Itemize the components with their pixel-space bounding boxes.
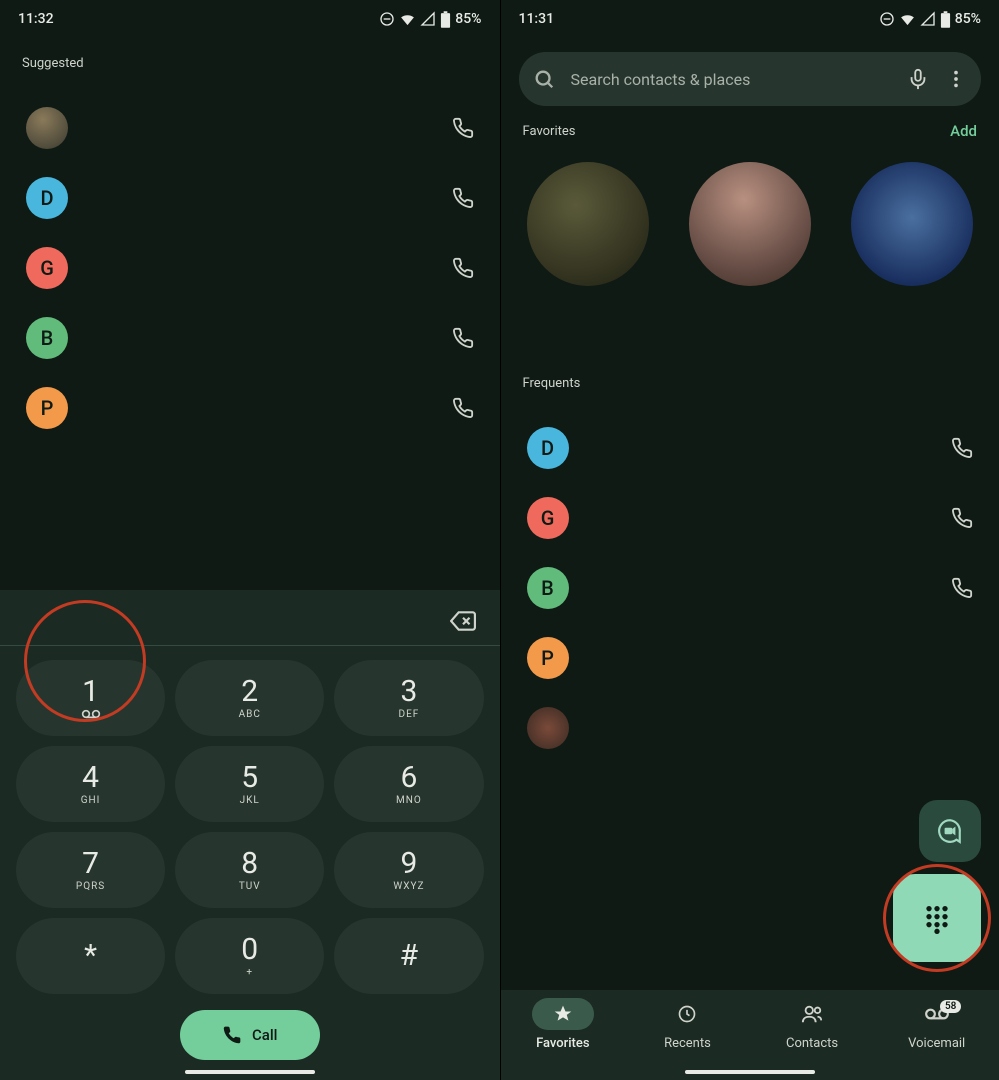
dial-key-4[interactable]: 4GHI [16,746,165,822]
phone-icon[interactable] [452,187,474,209]
signal-icon [920,11,936,27]
contact-row[interactable]: B [523,553,978,623]
phone-icon[interactable] [452,117,474,139]
dial-key-5[interactable]: 5JKL [175,746,324,822]
avatar[interactable]: D [527,427,569,469]
call-button[interactable]: Call [180,1010,320,1060]
favorites-label: Favorites [523,124,576,139]
more-icon[interactable] [945,68,967,90]
video-call-fab[interactable] [919,800,981,862]
dial-grid: 1 2ABC 3DEF 4GHI 5JKL 6MNO 7PQRS 8TUV 9W… [0,646,500,1004]
dialpad-fab[interactable] [893,874,981,962]
dial-key-6[interactable]: 6MNO [334,746,483,822]
dial-key-3[interactable]: 3DEF [334,660,483,736]
bottom-nav: Favorites Recents Contacts 58 Voicemail [501,990,999,1080]
contact-row[interactable]: D [22,163,478,233]
dial-key-8[interactable]: 8TUV [175,832,324,908]
contact-row[interactable]: B [22,303,478,373]
nav-favorites[interactable]: Favorites [501,998,626,1080]
suggested-label: Suggested [22,56,478,71]
phone-icon[interactable] [452,257,474,279]
search-icon [533,68,555,90]
battery-percent: 85% [955,11,981,27]
contact-row[interactable]: G [523,483,978,553]
frequents-label: Frequents [523,376,978,391]
add-favorite-button[interactable]: Add [950,122,977,140]
phone-icon[interactable] [452,397,474,419]
phone-icon [222,1025,242,1045]
status-icons: 85% [879,11,981,28]
status-time: 11:31 [519,11,555,27]
status-bar: 11:31 85% [501,0,999,38]
frequents-section: Frequents D G B P [501,376,999,763]
voicemail-badge: 58 [940,1000,961,1013]
dial-key-0[interactable]: 0+ [175,918,324,994]
call-label: Call [252,1026,278,1044]
contacts-icon [801,1003,823,1025]
avatar[interactable] [26,107,68,149]
suggested-section: Suggested D G B P [0,38,500,590]
star-icon [553,1004,573,1024]
contact-row[interactable]: D [523,413,978,483]
dial-key-star[interactable]: * [16,918,165,994]
avatar[interactable]: B [527,567,569,609]
status-icons: 85% [379,11,481,28]
dial-key-hash[interactable]: # [334,918,483,994]
wifi-icon [399,11,416,28]
phone-home-panel: 11:31 85% Search contacts & places Favor… [500,0,999,1080]
avatar[interactable]: D [26,177,68,219]
dnd-icon [879,11,895,27]
avatar[interactable]: P [527,637,569,679]
dialpad-icon [921,902,953,934]
battery-icon [440,11,451,28]
nav-voicemail[interactable]: 58 Voicemail [874,998,999,1080]
backspace-icon[interactable] [450,608,476,634]
mic-icon[interactable] [907,68,929,90]
favorite-contact[interactable] [527,162,649,286]
wifi-icon [899,11,916,28]
dial-key-7[interactable]: 7PQRS [16,832,165,908]
battery-percent: 85% [455,11,481,27]
dial-key-9[interactable]: 9WXYZ [334,832,483,908]
voicemail-icon [81,709,101,719]
avatar[interactable]: P [26,387,68,429]
dial-key-1[interactable]: 1 [16,660,165,736]
phone-icon[interactable] [951,437,973,459]
dialer-panel: 11:32 85% Suggested D G B P [0,0,500,1080]
contact-row[interactable] [22,93,478,163]
dial-key-2[interactable]: 2ABC [175,660,324,736]
clock-icon [677,1004,697,1024]
phone-icon[interactable] [452,327,474,349]
home-indicator[interactable] [185,1070,315,1074]
favorite-contact[interactable] [689,162,811,286]
battery-icon [940,11,951,28]
status-time: 11:32 [18,11,54,27]
video-icon [937,818,963,844]
nav-contacts[interactable]: Contacts [750,998,875,1080]
avatar[interactable]: G [26,247,68,289]
contact-row[interactable]: G [22,233,478,303]
phone-icon[interactable] [951,507,973,529]
dnd-icon [379,11,395,27]
nav-recents[interactable]: Recents [625,998,750,1080]
search-bar[interactable]: Search contacts & places [519,52,982,106]
avatar[interactable]: B [26,317,68,359]
phone-icon[interactable] [951,577,973,599]
contact-row[interactable]: P [523,623,978,693]
contact-row[interactable] [523,693,978,763]
contact-row[interactable]: P [22,373,478,443]
avatar[interactable] [527,707,569,749]
favorites-section: Favorites Add [501,106,999,286]
home-indicator[interactable] [685,1070,815,1074]
favorite-contact[interactable] [851,162,973,286]
avatar[interactable]: G [527,497,569,539]
dialer: 1 2ABC 3DEF 4GHI 5JKL 6MNO 7PQRS 8TUV 9W… [0,590,500,1080]
status-bar: 11:32 85% [0,0,500,38]
signal-icon [420,11,436,27]
search-placeholder: Search contacts & places [571,70,892,89]
